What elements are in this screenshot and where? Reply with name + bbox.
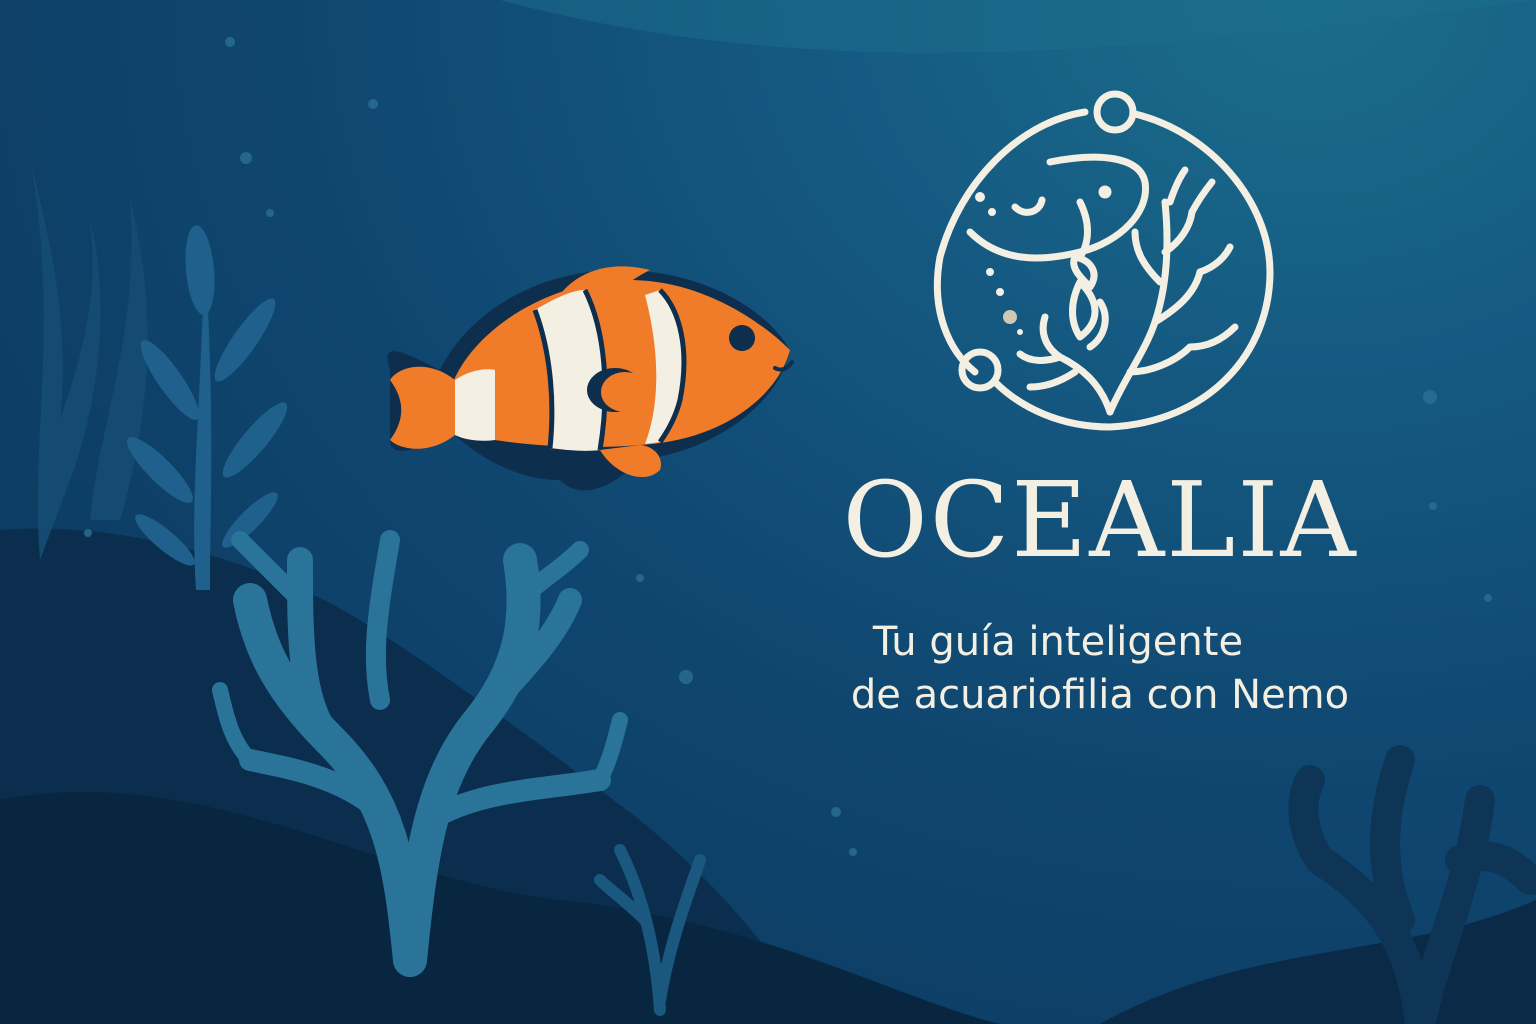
brand-title: OCEALIA bbox=[842, 459, 1358, 581]
logo-bubbles bbox=[975, 192, 1023, 335]
tagline-line-2: de acuariofilia con Nemo bbox=[850, 672, 1350, 719]
seabed-right bbox=[1100, 900, 1536, 1024]
tagline-line-1: Tu guía inteligente bbox=[872, 619, 1244, 665]
tagline: Tu guía inteligente de acuariofilia con … bbox=[770, 616, 1430, 722]
clownfish-icon bbox=[387, 266, 794, 491]
leafy-seaweed bbox=[127, 225, 288, 590]
seaweed-far-left bbox=[30, 160, 148, 560]
circle-coral-fish-logo-icon bbox=[933, 90, 1274, 431]
hero-banner: OCEALIA Tu guía inteligente de acuariofi… bbox=[0, 0, 1536, 1024]
